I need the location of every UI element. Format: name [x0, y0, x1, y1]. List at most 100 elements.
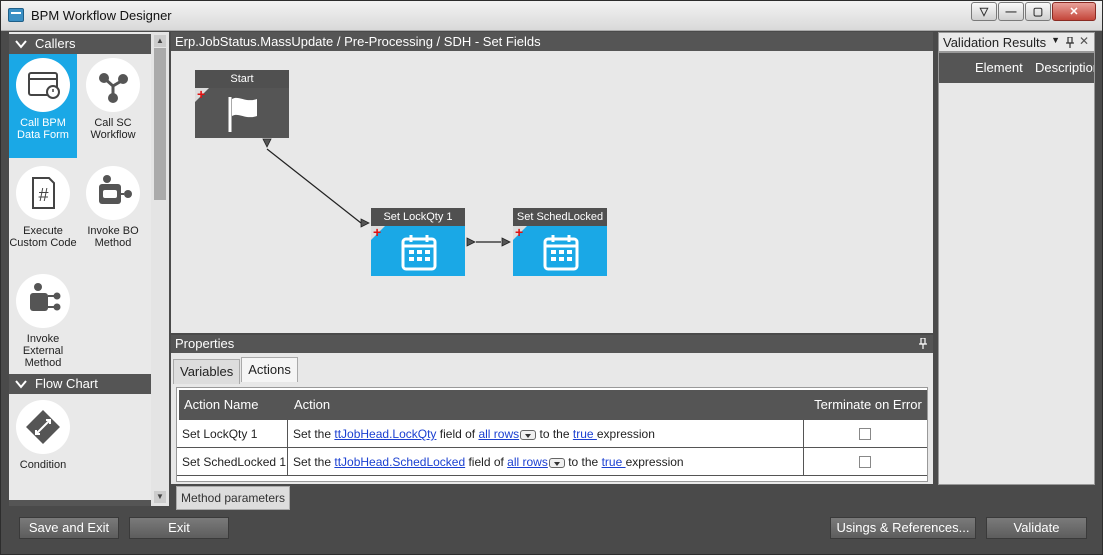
action-text: field of [436, 427, 479, 441]
rows-link[interactable]: all rows [478, 427, 519, 441]
tool-invoke-bo-method[interactable]: Invoke BO Method [79, 162, 147, 266]
condition-icon [16, 400, 70, 454]
expression-link[interactable]: true [602, 455, 626, 469]
tool-label: Invoke BO Method [87, 225, 139, 249]
action-text: Set the [293, 455, 335, 469]
section-header-callers[interactable]: Callers [9, 34, 151, 54]
window-controls: ▽ — ▢ ✕ [971, 2, 1096, 21]
action-text: to the [536, 427, 573, 441]
expression-link[interactable]: true [573, 427, 597, 441]
rows-dropdown-button[interactable] [520, 429, 537, 440]
action-text: expression [625, 455, 684, 469]
tool-call-bpm-data-form[interactable]: Call BPM Data Form [9, 54, 77, 158]
validation-title: Validation Results [943, 35, 1047, 50]
tool-execute-custom-code[interactable]: # Execute Custom Code [9, 162, 77, 266]
workflow-node-set-schedlocked[interactable]: Set SchedLocked 1 + [513, 208, 607, 276]
tool-call-sc-workflow[interactable]: Call SC Workflow [79, 54, 147, 158]
field-link[interactable]: ttJobHead.LockQty [334, 427, 436, 441]
node-title: Set LockQty 1 [371, 208, 465, 226]
form-icon [16, 58, 70, 112]
chevron-down-icon [15, 380, 27, 389]
workflow-node-start[interactable]: Start + [195, 70, 289, 138]
close-button[interactable]: ✕ [1052, 2, 1096, 21]
svg-text:#: # [38, 185, 48, 205]
column-header-description[interactable]: Description [1035, 53, 1094, 83]
app-icon [8, 8, 24, 22]
tab-actions[interactable]: Actions [241, 357, 298, 382]
node-title: Start [195, 70, 289, 88]
validate-button[interactable]: Validate [986, 517, 1087, 539]
cell-action-name: Set SchedLocked 1 [177, 448, 288, 475]
table-row[interactable]: Set SchedLocked 1 Set the ttJobHead.Sche… [177, 448, 927, 476]
plus-icon[interactable]: + [373, 224, 381, 240]
cell-action-name: Set LockQty 1 [177, 420, 288, 447]
properties-tabs: Variables Actions [173, 357, 299, 384]
actions-grid: Action Name Action Terminate on Error Se… [176, 387, 928, 482]
terminate-on-error-checkbox[interactable] [859, 456, 871, 468]
pin-icon[interactable] [1066, 37, 1074, 48]
bo-method-icon [86, 166, 140, 220]
properties-header: Properties [171, 335, 933, 353]
node-body: + [513, 224, 607, 276]
chevron-down-icon [15, 40, 27, 49]
validation-columns: Element Description [939, 53, 1094, 83]
save-and-exit-button[interactable]: Save and Exit [19, 517, 119, 539]
tool-label: Call BPM Data Form [17, 117, 69, 141]
section-header-stub [9, 500, 151, 506]
terminate-on-error-checkbox[interactable] [859, 428, 871, 440]
validation-panel: Element Description [938, 52, 1095, 485]
dropdown-arrow-icon[interactable]: ▼ [1051, 35, 1060, 45]
node-body: + [371, 224, 465, 276]
scroll-down-arrow[interactable]: ▼ [154, 491, 166, 503]
toolbox-scrollbar[interactable]: ▲ ▼ [151, 32, 169, 506]
properties-panel: Variables Actions Action Name Action Ter… [171, 353, 933, 484]
node-body: + [195, 86, 289, 138]
bpm-workflow-designer-window: BPM Workflow Designer ▽ — ▢ ✕ Callers Ca… [0, 0, 1103, 555]
rows-dropdown-button[interactable] [548, 457, 565, 468]
column-header-action[interactable]: Action [289, 390, 809, 420]
section-label: Callers [35, 36, 76, 51]
action-text: field of [465, 455, 508, 469]
tab-method-parameters[interactable]: Method parameters [176, 486, 291, 510]
flag-icon [228, 97, 257, 132]
tool-condition[interactable]: Condition [9, 396, 77, 474]
calendar-icon [401, 235, 437, 271]
action-text: expression [596, 427, 655, 441]
tool-label: Call SC Workflow [90, 117, 136, 141]
field-link[interactable]: ttJobHead.SchedLocked [334, 455, 465, 469]
calendar-icon [543, 235, 579, 271]
table-row[interactable]: Set LockQty 1 Set the ttJobHead.LockQty … [177, 420, 927, 448]
tool-label: Condition [19, 459, 67, 471]
exit-button[interactable]: Exit [129, 517, 229, 539]
window-title: BPM Workflow Designer [31, 8, 172, 23]
column-header-action-name[interactable]: Action Name [179, 390, 289, 420]
workflow-node-set-lockqty[interactable]: Set LockQty 1 + [371, 208, 465, 276]
section-label: Flow Chart [35, 376, 98, 391]
tab-variables[interactable]: Variables [173, 359, 241, 384]
validation-header: Validation Results ▼ ✕ [938, 32, 1095, 52]
node-title: Set SchedLocked 1 [513, 208, 607, 241]
maximize-button[interactable]: ▢ [1025, 2, 1051, 21]
close-icon[interactable]: ✕ [1079, 34, 1089, 48]
title-bar: BPM Workflow Designer ▽ — ▢ ✕ [1, 1, 1102, 31]
tool-invoke-external-method[interactable]: Invoke External Method [9, 270, 77, 374]
properties-title: Properties [175, 336, 235, 351]
tool-label: Invoke External Method [22, 333, 64, 369]
minimize-button[interactable]: — [998, 2, 1024, 21]
column-header-element[interactable]: Element [975, 53, 1023, 83]
scroll-up-arrow[interactable]: ▲ [154, 35, 166, 47]
plus-icon[interactable]: + [197, 86, 205, 102]
cell-action: Set the ttJobHead.LockQty field of all r… [288, 420, 804, 447]
tool-label: Execute Custom Code [9, 225, 77, 249]
rows-link[interactable]: all rows [507, 455, 548, 469]
external-method-icon [16, 274, 70, 328]
dropdown-window-button[interactable]: ▽ [971, 2, 997, 21]
column-header-terminate-on-error[interactable]: Terminate on Error [809, 390, 927, 420]
section-header-flow-chart[interactable]: Flow Chart [9, 374, 151, 394]
pin-icon[interactable] [919, 338, 927, 349]
scrollbar-thumb[interactable] [154, 48, 166, 200]
document-title: Erp.JobStatus.MassUpdate / Pre-Processin… [171, 32, 933, 51]
usings-references-button[interactable]: Usings & References... [830, 517, 976, 539]
plus-icon[interactable]: + [515, 224, 523, 240]
workflow-canvas[interactable]: Start + Set LockQty 1 + Set SchedLocked … [171, 51, 933, 333]
